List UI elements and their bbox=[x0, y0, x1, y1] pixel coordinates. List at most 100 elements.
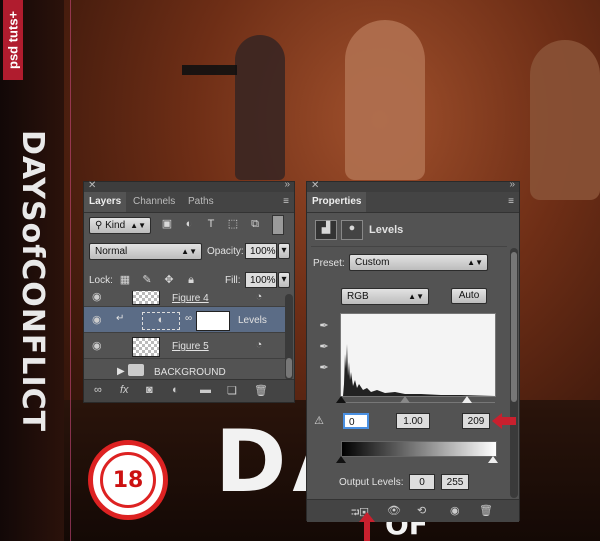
eye-icon[interactable]: ◉ bbox=[92, 313, 102, 326]
gray-eyedropper-icon[interactable]: ✒ bbox=[317, 340, 331, 354]
fx-icon[interactable]: fx bbox=[120, 384, 129, 396]
input-white-field[interactable]: 209 bbox=[462, 413, 490, 429]
panel-menu-icon[interactable]: ≡ bbox=[283, 196, 289, 207]
mask-icon[interactable]: ● bbox=[341, 220, 363, 240]
lock-transparent-icon[interactable]: ▦ bbox=[118, 273, 132, 287]
lock-all-icon[interactable]: 🔒︎ bbox=[184, 273, 198, 287]
layer-thumbnail bbox=[132, 291, 160, 305]
layer-name[interactable]: Figure 4 bbox=[172, 293, 209, 304]
layer-row-figure5[interactable]: ◉ Figure 5 ◔ bbox=[84, 333, 292, 359]
output-black-slider[interactable] bbox=[336, 456, 346, 463]
add-mask-icon[interactable]: ◙ bbox=[146, 384, 153, 396]
filter-toggle[interactable] bbox=[272, 215, 284, 235]
layers-footer: ∞ fx ◙ ◐ ▬ ❏ 🗑︎ bbox=[84, 379, 294, 402]
blend-mode-dropdown[interactable]: Normal ▲▼ bbox=[89, 243, 202, 260]
layer-row-figure4[interactable]: ◉ Figure 4 ◔ bbox=[84, 291, 292, 307]
new-adjustment-icon[interactable]: ◐ bbox=[172, 384, 179, 396]
adjustment-filter-icon[interactable]: ◐ bbox=[182, 217, 196, 231]
smart-object-filter-icon[interactable]: ⧉ bbox=[248, 217, 262, 231]
gun-icon bbox=[182, 65, 237, 75]
layers-panel: ✕ » Layers Channels Paths ≡ ⚲ Kind ▲▼ ▣ ◐… bbox=[83, 179, 295, 403]
red-up-arrow-icon bbox=[359, 512, 375, 541]
link-layers-icon[interactable]: ∞ bbox=[94, 384, 102, 396]
input-black-slider[interactable] bbox=[336, 396, 346, 403]
layers-panel-titlebar: ✕ » bbox=[84, 179, 294, 192]
collapse-icon[interactable]: » bbox=[284, 179, 290, 190]
output-levels-label: Output Levels: bbox=[339, 477, 404, 488]
view-previous-state-icon[interactable]: 👁︎ bbox=[387, 504, 401, 517]
rating-badge: 18 bbox=[88, 440, 168, 520]
fill-label: Fill: bbox=[225, 275, 241, 286]
output-white-slider[interactable] bbox=[488, 456, 498, 463]
input-black-field[interactable]: 0 bbox=[343, 413, 369, 429]
panel-menu-icon[interactable]: ≡ bbox=[508, 196, 514, 207]
filter-kind-dropdown[interactable]: ⚲ Kind ▲▼ bbox=[89, 217, 151, 234]
properties-scroll-thumb[interactable] bbox=[511, 252, 517, 402]
tab-layers[interactable]: Layers bbox=[84, 192, 127, 212]
fill-dropdown-button[interactable]: ▾ bbox=[278, 272, 290, 288]
layers-scrollbar[interactable] bbox=[285, 294, 293, 380]
properties-scrollbar[interactable] bbox=[510, 248, 518, 498]
properties-panel-titlebar: ✕ » bbox=[307, 179, 519, 192]
eye-icon[interactable]: ◉ bbox=[92, 339, 102, 352]
layer-row-background[interactable]: ▶ BACKGROUND bbox=[84, 359, 292, 381]
input-gamma-field[interactable]: 1.00 bbox=[396, 413, 430, 429]
chain-link-icon[interactable]: ∞ bbox=[185, 313, 192, 324]
layer-name[interactable]: Figure 5 bbox=[172, 341, 209, 352]
layer-name[interactable]: BACKGROUND bbox=[154, 367, 226, 378]
trash-icon[interactable]: 🗑︎ bbox=[254, 384, 268, 397]
histogram-graph bbox=[343, 344, 495, 396]
white-eyedropper-icon[interactable]: ✒ bbox=[317, 361, 331, 375]
layer-row-levels[interactable]: ◉ ↵ ◐ ∞ Levels bbox=[84, 307, 292, 333]
input-white-slider[interactable] bbox=[462, 396, 472, 403]
adjustment-thumbnail-icon: ◐ bbox=[142, 312, 180, 330]
folder-icon bbox=[128, 364, 144, 376]
poster-title: DAYSofCONFLICT bbox=[15, 130, 50, 433]
reset-icon[interactable]: ⟲ bbox=[417, 504, 426, 517]
fill-input[interactable]: 100% bbox=[245, 272, 277, 288]
channel-dropdown[interactable]: RGB ▲▼ bbox=[341, 288, 429, 305]
lock-pixels-icon[interactable]: ✎ bbox=[140, 273, 154, 287]
output-white-field[interactable]: 255 bbox=[441, 474, 469, 490]
new-group-icon[interactable]: ▬ bbox=[200, 384, 211, 396]
tab-channels[interactable]: Channels bbox=[128, 192, 180, 212]
red-arrow-icon bbox=[492, 413, 516, 429]
search-icon: ⚲ bbox=[95, 220, 106, 231]
adjustment-name: Levels bbox=[369, 224, 404, 236]
layer-name[interactable]: Levels bbox=[238, 315, 267, 326]
layer-mask-thumbnail[interactable] bbox=[196, 311, 230, 331]
visibility-icon[interactable]: ◉ bbox=[450, 504, 460, 517]
pixel-filter-icon[interactable]: ▣ bbox=[160, 217, 174, 231]
smart-filter-icon: ◔ bbox=[255, 291, 263, 303]
type-filter-icon[interactable]: T bbox=[204, 217, 218, 231]
preset-dropdown[interactable]: Custom ▲▼ bbox=[349, 254, 488, 271]
opacity-input[interactable]: 100% bbox=[245, 243, 277, 259]
output-black-field[interactable]: 0 bbox=[409, 474, 435, 490]
eye-icon[interactable]: ◉ bbox=[92, 291, 102, 303]
expand-arrow-icon[interactable]: ▶ bbox=[117, 366, 125, 377]
close-icon[interactable]: ✕ bbox=[311, 180, 319, 191]
close-icon[interactable]: ✕ bbox=[88, 180, 96, 191]
divider bbox=[311, 246, 507, 247]
new-layer-icon[interactable]: ❏ bbox=[227, 384, 237, 397]
tab-properties[interactable]: Properties bbox=[307, 192, 367, 212]
trash-icon[interactable]: 🗑︎ bbox=[479, 504, 493, 517]
clipping-warning-icon[interactable]: ⚠ bbox=[312, 414, 326, 428]
lock-position-icon[interactable]: ✥ bbox=[162, 273, 176, 287]
layer-thumbnail bbox=[132, 337, 160, 357]
tab-paths[interactable]: Paths bbox=[183, 192, 219, 212]
figure-man-center bbox=[345, 20, 425, 180]
opacity-label: Opacity: bbox=[207, 246, 244, 257]
opacity-dropdown-button[interactable]: ▾ bbox=[278, 243, 290, 259]
properties-footer: ⮒▣ 👁︎ ⟲ ◉ 🗑︎ bbox=[307, 499, 519, 522]
input-gamma-slider[interactable] bbox=[400, 396, 410, 403]
layers-scroll-thumb[interactable] bbox=[286, 358, 292, 378]
histogram bbox=[340, 313, 496, 397]
preset-value: Custom bbox=[355, 257, 390, 268]
auto-button[interactable]: Auto bbox=[451, 288, 487, 304]
shape-filter-icon[interactable]: ⬚ bbox=[226, 217, 240, 231]
collapse-icon[interactable]: » bbox=[509, 179, 515, 190]
properties-tabbar: Properties ≡ bbox=[307, 192, 519, 213]
black-eyedropper-icon[interactable]: ✒ bbox=[317, 319, 331, 333]
histogram-adjustment-icon: ▟ bbox=[315, 220, 337, 240]
